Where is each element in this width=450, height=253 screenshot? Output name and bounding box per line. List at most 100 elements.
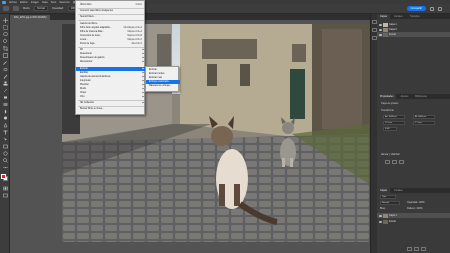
lasso-tool-icon[interactable] xyxy=(2,32,8,37)
add-mask-icon[interactable] xyxy=(414,247,419,251)
menu-item-distort[interactable]: Distorsionar ▶ xyxy=(76,60,146,64)
mode-select[interactable]: Normal xyxy=(34,6,48,11)
quick-selection-tool-icon[interactable] xyxy=(2,39,8,44)
layer-row[interactable]: Capa 1 xyxy=(377,213,450,218)
menu-item-smart-filters[interactable]: Convertir para filtros inteligentes xyxy=(76,9,146,13)
status-bar xyxy=(10,244,372,253)
tools-panel xyxy=(0,14,10,253)
options-bar: Modo: Normal Opacidad: 100% Flujo: 100% … xyxy=(0,4,450,14)
zoom-tool-icon[interactable] xyxy=(2,158,8,163)
share-button[interactable]: Compartir xyxy=(406,6,426,11)
right-panels: Capas Canales Trazados Capa 1 Capa 0 Fon… xyxy=(377,14,450,253)
properties-panel-tabs: Propiedades Ajustes Bibliotecas xyxy=(377,94,450,99)
pen-tool-icon[interactable] xyxy=(2,123,8,128)
menu-divider xyxy=(78,20,144,21)
layer-thumbnail xyxy=(383,27,388,32)
submenu-item-unsharp-mask[interactable]: Máscara de enfoque... xyxy=(146,84,180,88)
menu-item-vanishing-point[interactable]: Punto de fuga... Alt+Ctrl+V xyxy=(76,42,146,46)
new-layer-icon[interactable] xyxy=(407,247,412,251)
angle-field[interactable]: 0,00° xyxy=(383,127,397,131)
filter-menu: Último filtro Ctrl+F Convertir para filtr… xyxy=(75,0,146,115)
menu-item-neural-filters[interactable]: Neural Filters... xyxy=(76,15,146,19)
menu-divider xyxy=(78,105,144,106)
layer-kind-filter[interactable]: Tipo xyxy=(380,195,396,199)
move-tool-icon[interactable] xyxy=(2,18,8,23)
layer-opacity[interactable]: Opacidad: 100% xyxy=(407,200,425,205)
tab-canales[interactable]: Canales xyxy=(391,188,406,193)
brush-tool-icon[interactable] xyxy=(2,74,8,79)
gradient-tool-icon[interactable] xyxy=(2,102,8,107)
tab-canales-top[interactable]: Canales xyxy=(391,14,406,19)
layer-thumbnail xyxy=(383,213,388,218)
type-tool-icon[interactable] xyxy=(2,130,8,135)
screen-mode-icon[interactable] xyxy=(2,193,8,198)
tab-capas[interactable]: Capas xyxy=(377,188,390,193)
tab-capas-top[interactable]: Capas xyxy=(377,14,390,19)
search-icon[interactable] xyxy=(430,6,434,11)
eraser-tool-icon[interactable] xyxy=(2,95,8,100)
more-tools-icon[interactable] xyxy=(2,165,8,170)
frame-tool-icon[interactable] xyxy=(2,53,8,58)
mode-label: Modo: xyxy=(23,7,31,10)
blend-mode-select[interactable]: Normal xyxy=(380,201,400,205)
healing-brush-tool-icon[interactable] xyxy=(2,67,8,72)
dodge-tool-icon[interactable] xyxy=(2,116,8,121)
visibility-eye-icon[interactable] xyxy=(379,28,382,31)
delete-layer-icon[interactable] xyxy=(421,247,426,251)
panel-icon-strip xyxy=(370,14,377,253)
history-brush-tool-icon[interactable] xyxy=(2,88,8,93)
lock-label: Bloq.: xyxy=(380,207,387,210)
top-panel-tabs: Capas Canales Trazados xyxy=(377,14,450,19)
tab-ajustes[interactable]: Ajustes xyxy=(397,94,411,99)
workspace-icon[interactable] xyxy=(438,6,442,11)
align-section-label: Alinear y distribuir xyxy=(381,153,400,156)
transform-section-label: Transformar xyxy=(381,109,394,112)
menu-divider xyxy=(78,13,144,14)
path-selection-tool-icon[interactable] xyxy=(2,137,8,142)
crop-tool-icon[interactable] xyxy=(2,46,8,51)
document-tabs: IMG_0251.jpg al 25% (RGB/8) xyxy=(10,14,372,20)
rectangle-tool-icon[interactable] xyxy=(2,144,8,149)
menu-divider xyxy=(78,46,144,47)
menu-item-nik-collection[interactable]: Nik Collection ▶ xyxy=(76,101,146,105)
menu-divider xyxy=(78,99,144,100)
width-field[interactable]: An: 6000 px xyxy=(383,115,405,119)
hand-tool-icon[interactable] xyxy=(2,151,8,156)
home-icon[interactable] xyxy=(3,6,9,11)
eyedropper-tool-icon[interactable] xyxy=(2,60,8,65)
visibility-eye-icon[interactable] xyxy=(379,220,382,223)
tab-trazados-top[interactable]: Trazados xyxy=(407,14,423,19)
blur-tool-icon[interactable] xyxy=(2,109,8,114)
marquee-tool-icon[interactable] xyxy=(2,25,8,30)
clone-stamp-tool-icon[interactable] xyxy=(2,81,8,86)
visibility-eye-icon[interactable] xyxy=(379,214,382,217)
menu-item-last-filter[interactable]: Último filtro Ctrl+F xyxy=(76,3,146,7)
layer-thumbnail xyxy=(383,32,388,37)
layer-thumbnail xyxy=(383,22,388,27)
menu-item-browse-filters[interactable]: Buscar filtros en línea... xyxy=(76,107,146,111)
x-field[interactable]: X: 0 px xyxy=(383,121,405,125)
align-right-icon[interactable] xyxy=(399,160,404,164)
menu-divider xyxy=(78,7,144,8)
tab-bibliotecas[interactable]: Bibliotecas xyxy=(412,94,430,99)
properties-title: Capa de píxeles xyxy=(381,102,399,105)
brush-preset-icon[interactable] xyxy=(13,6,19,11)
align-center-icon[interactable] xyxy=(392,160,397,164)
layer-row[interactable]: Fondo xyxy=(377,219,450,224)
menu-item-other[interactable]: Otro ▶ xyxy=(76,95,146,99)
height-field[interactable]: Al: 4000 px xyxy=(413,115,435,119)
quick-mask-icon[interactable] xyxy=(2,186,8,191)
document-tab[interactable]: IMG_0251.jpg al 25% (RGB/8) xyxy=(10,15,51,20)
foreground-color-swatch[interactable] xyxy=(1,174,6,179)
sharpen-submenu: Enfocar Enfocar bordes Enfocar más Enfoq… xyxy=(145,66,180,92)
tab-propiedades[interactable]: Propiedades xyxy=(377,94,397,99)
visibility-eye-icon[interactable] xyxy=(379,23,382,26)
align-left-icon[interactable] xyxy=(385,160,390,164)
top-layer-row[interactable]: Fondo xyxy=(377,32,450,37)
layer-fill[interactable]: Relleno: 100% xyxy=(407,206,423,211)
opacity-label: Opacidad: xyxy=(51,7,64,10)
y-field[interactable]: Y: 0 px xyxy=(413,121,435,125)
layers-panel-tabs: Capas Canales xyxy=(377,188,450,193)
visibility-eye-icon[interactable] xyxy=(379,33,382,36)
layer-thumbnail xyxy=(383,219,388,224)
